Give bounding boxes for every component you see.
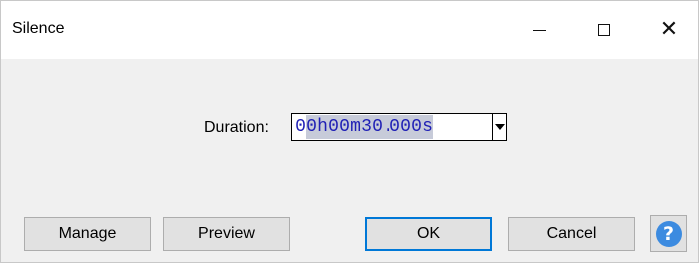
maximize-icon bbox=[598, 24, 610, 36]
duration-hours-ones[interactable]: 0 bbox=[306, 115, 317, 139]
duration-row: Duration: 0 0 h 0 0 m 3 0 . 0 0 0 s bbox=[1, 113, 698, 143]
manage-button[interactable]: Manage bbox=[24, 217, 151, 251]
help-icon: ? bbox=[655, 220, 682, 247]
chevron-down-icon bbox=[494, 124, 505, 130]
duration-minutes-unit: m bbox=[350, 115, 361, 139]
close-button[interactable]: ✕ bbox=[636, 1, 699, 59]
format-dropdown-button[interactable] bbox=[493, 113, 507, 141]
duration-seconds-unit: s bbox=[422, 115, 433, 139]
duration-seconds-tens[interactable]: 3 bbox=[361, 115, 372, 139]
duration-ms-ones[interactable]: 0 bbox=[411, 115, 422, 139]
help-button[interactable]: ? bbox=[650, 215, 687, 252]
title-bar: Silence ✕ bbox=[1, 1, 698, 59]
duration-time-field[interactable]: 0 0 h 0 0 m 3 0 . 0 0 0 s bbox=[291, 113, 493, 141]
duration-ms-tens[interactable]: 0 bbox=[400, 115, 411, 139]
silence-dialog: Silence ✕ Duration: 0 0 h 0 0 m 3 0 . 0 bbox=[0, 0, 699, 263]
window-title: Silence bbox=[12, 20, 65, 37]
maximize-button[interactable] bbox=[571, 1, 637, 59]
duration-minutes-ones[interactable]: 0 bbox=[339, 115, 350, 139]
duration-label: Duration: bbox=[204, 119, 269, 136]
ok-button[interactable]: OK bbox=[365, 217, 492, 251]
close-icon: ✕ bbox=[659, 17, 679, 42]
duration-hours-unit: h bbox=[317, 115, 328, 139]
duration-control[interactable]: 0 0 h 0 0 m 3 0 . 0 0 0 s bbox=[291, 113, 509, 143]
minimize-button[interactable] bbox=[506, 1, 572, 59]
cancel-button[interactable]: Cancel bbox=[508, 217, 635, 251]
duration-minutes-tens[interactable]: 0 bbox=[328, 115, 339, 139]
preview-button[interactable]: Preview bbox=[163, 217, 290, 251]
duration-seconds-ones[interactable]: 0 bbox=[372, 115, 383, 139]
duration-hours-tens[interactable]: 0 bbox=[295, 115, 306, 139]
duration-ms-hundreds[interactable]: 0 bbox=[389, 115, 400, 139]
minimize-icon bbox=[532, 29, 546, 31]
